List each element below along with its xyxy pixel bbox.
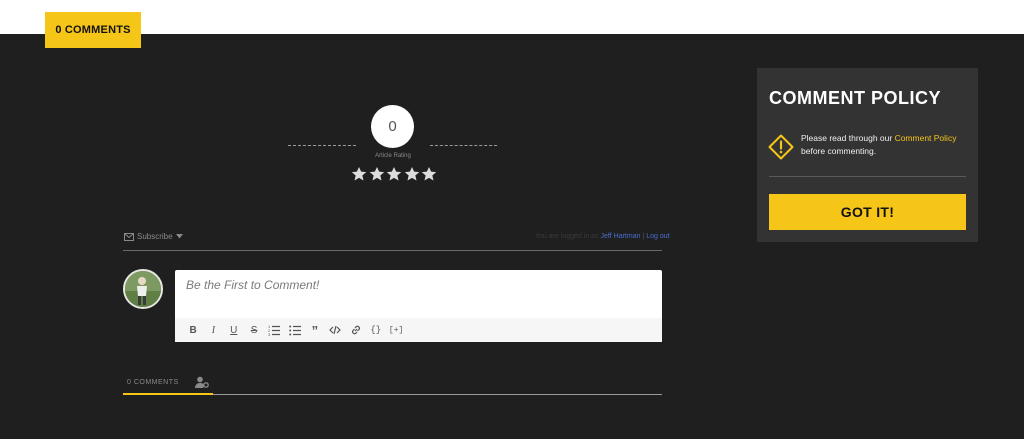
unordered-list-icon[interactable]: [284, 320, 304, 340]
logged-in-user-link[interactable]: Jeff Hartman: [601, 233, 641, 240]
star-icon[interactable]: [421, 166, 437, 182]
logged-in-status: You are logged in as Jeff Hartman | Log …: [535, 233, 670, 240]
editor-toolbar: B I U S 123 ” {} [+]: [175, 318, 662, 342]
rating-divider-left: [288, 145, 356, 146]
logout-link[interactable]: Log out: [646, 233, 669, 240]
active-tab-indicator: [123, 393, 213, 395]
rating-divider-right: [430, 145, 497, 146]
policy-divider: [769, 176, 966, 177]
star-rating[interactable]: [351, 166, 437, 182]
warning-icon: [768, 134, 794, 160]
strikethrough-icon[interactable]: S: [244, 320, 264, 340]
got-it-button[interactable]: GOT IT!: [769, 194, 966, 230]
star-icon[interactable]: [369, 166, 385, 182]
comments-count-tab[interactable]: 0 COMMENTS: [45, 12, 141, 48]
comment-editor[interactable]: Be the First to Comment! B I U S 123 ” {…: [175, 270, 662, 342]
user-settings-icon[interactable]: [195, 376, 209, 388]
source-code-icon[interactable]: {}: [366, 320, 386, 340]
avatar: [123, 269, 163, 309]
envelope-icon: [124, 232, 134, 241]
comment-placeholder[interactable]: Be the First to Comment!: [186, 278, 319, 292]
policy-title: COMMENT POLICY: [769, 88, 941, 108]
top-strip: [0, 0, 1024, 34]
policy-text-before: Please read through our: [801, 133, 895, 143]
star-icon[interactable]: [404, 166, 420, 182]
italic-icon[interactable]: I: [203, 320, 223, 340]
policy-link[interactable]: Comment Policy: [895, 133, 957, 143]
rating-value-circle: 0: [371, 105, 414, 148]
blockquote-icon[interactable]: ”: [305, 320, 325, 340]
policy-text-after: before commenting.: [801, 146, 877, 156]
code-icon[interactable]: [325, 320, 345, 340]
logged-in-separator: |: [642, 233, 645, 240]
logged-in-prefix: You are logged in as: [535, 233, 599, 240]
subscribe-dropdown[interactable]: Subscribe: [124, 232, 183, 241]
subscribe-label: Subscribe: [137, 232, 173, 241]
subscribe-divider: [123, 250, 662, 251]
spoiler-icon[interactable]: [+]: [386, 320, 406, 340]
rating-caption: Article Rating: [375, 153, 411, 159]
comment-policy-panel: COMMENT POLICY Please read through our C…: [757, 68, 978, 242]
tab-comments[interactable]: 0 COMMENTS: [127, 379, 179, 386]
policy-text: Please read through our Comment Policy b…: [801, 132, 966, 158]
star-icon[interactable]: [351, 166, 367, 182]
bold-icon[interactable]: B: [183, 320, 203, 340]
underline-icon[interactable]: U: [224, 320, 244, 340]
caret-down-icon: [175, 234, 183, 239]
svg-text:3: 3: [268, 332, 271, 336]
link-icon[interactable]: [345, 320, 365, 340]
ordered-list-icon[interactable]: 123: [264, 320, 284, 340]
star-icon[interactable]: [386, 166, 402, 182]
rating-value: 0: [388, 118, 397, 135]
